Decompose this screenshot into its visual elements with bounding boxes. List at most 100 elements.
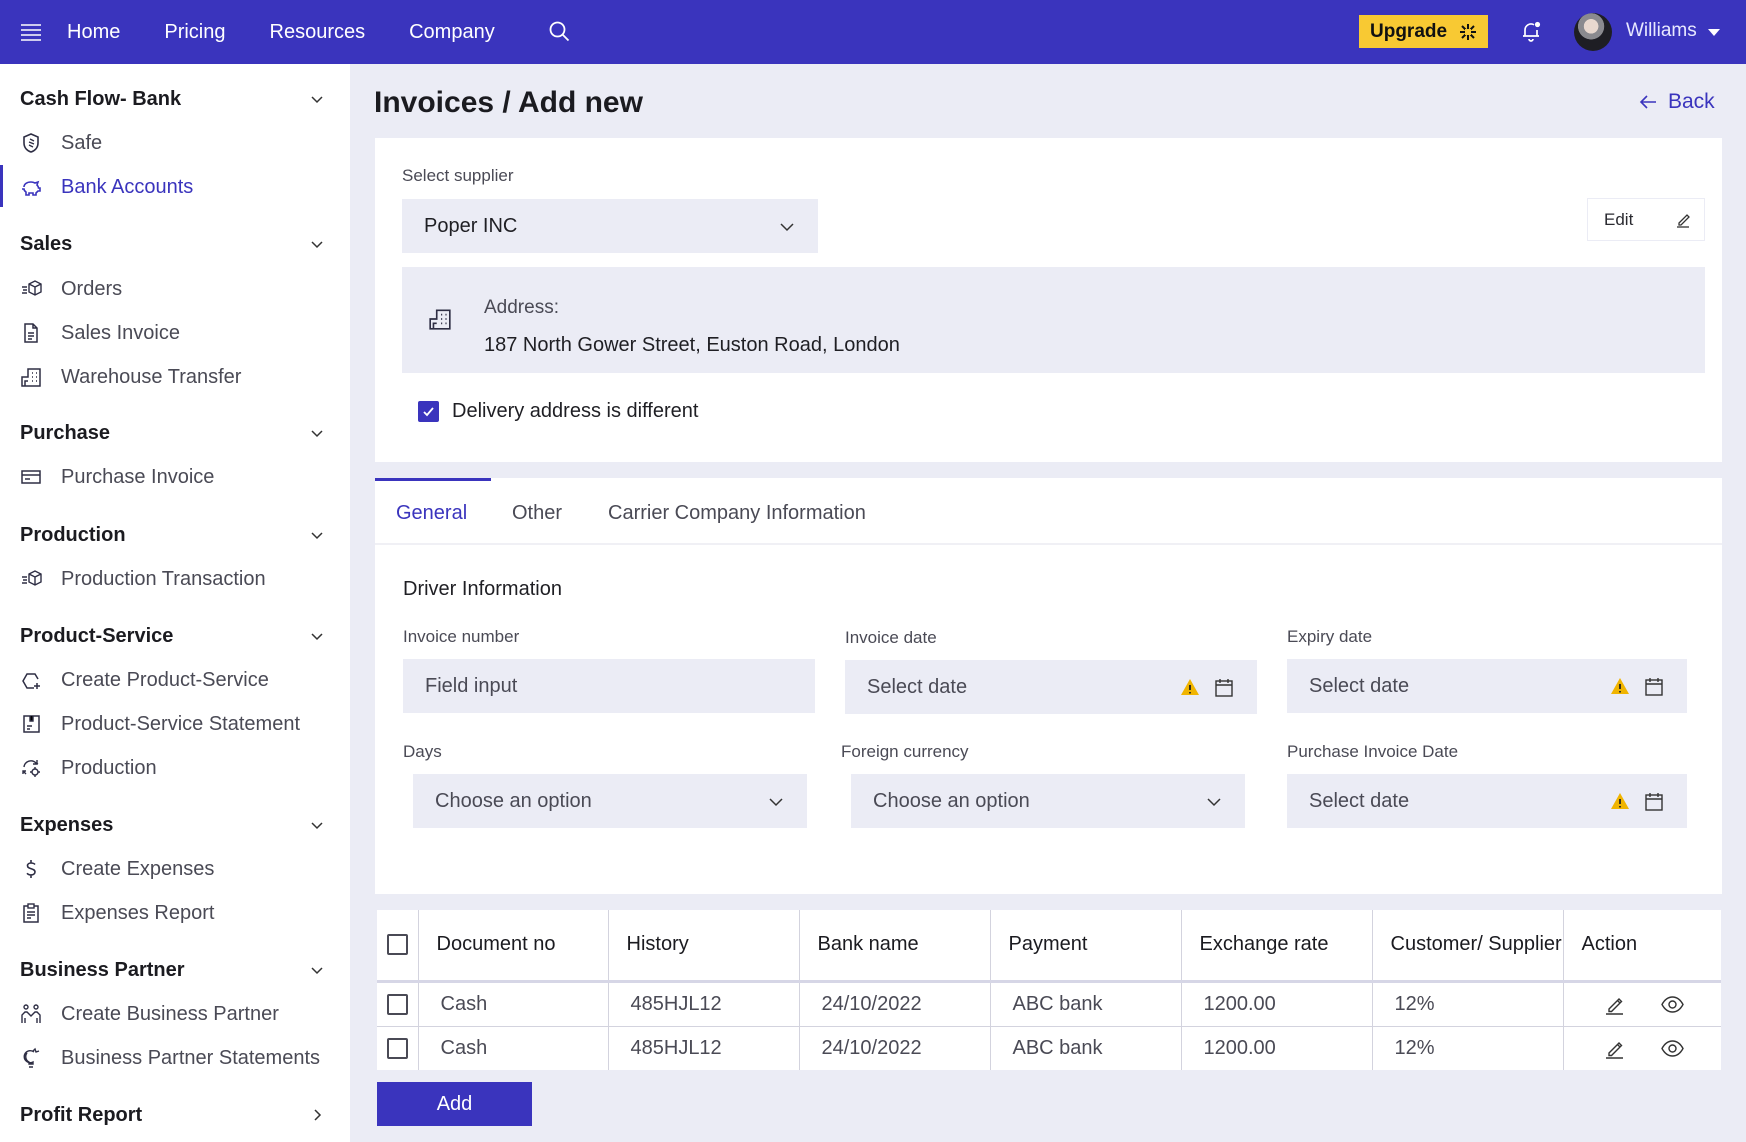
col-exchange-rate: Exchange rate	[1181, 910, 1373, 981]
sidebar-item-safe[interactable]: Safe	[20, 127, 340, 159]
sidebar-item-production-transaction[interactable]: Production Transaction	[20, 563, 340, 595]
sidebar-item-create-product-service[interactable]: Create Product-Service	[20, 664, 340, 696]
nav-resources[interactable]: Resources	[270, 21, 366, 44]
cell-history: 485HJL12	[608, 981, 800, 1026]
statement-icon	[23, 715, 40, 733]
address-box: Address: 187 North Gower Street, Euston …	[402, 267, 1705, 373]
cell-customer-supplier: 12%	[1372, 981, 1564, 1026]
view-eye-icon[interactable]	[1660, 1036, 1685, 1061]
building-icon	[21, 368, 41, 387]
sidebar-item-business-partner-statements[interactable]: Business Partner Statements	[20, 1042, 340, 1074]
col-document-no: Document no	[418, 910, 609, 981]
sidebar-item-orders[interactable]: Orders	[20, 273, 340, 305]
user-name[interactable]: Williams	[1626, 20, 1697, 42]
sidebar-section-product-service[interactable]: Product-Service	[20, 621, 325, 651]
chevron-down-icon	[311, 967, 323, 975]
edit-supplier-button[interactable]: Edit	[1587, 198, 1705, 241]
sidebar-item-label: Orders	[61, 277, 123, 300]
col-payment: Payment	[990, 910, 1182, 981]
sidebar-item-purchase-invoice[interactable]: Purchase Invoice	[20, 461, 340, 493]
cell-bank-name: 24/10/2022	[799, 981, 991, 1026]
sidebar-item-create-expenses[interactable]: Create Expenses	[20, 853, 340, 885]
search-icon[interactable]	[548, 20, 570, 42]
nav-home[interactable]: Home	[67, 21, 120, 44]
days-select[interactable]: Choose an option	[413, 774, 807, 828]
cell-payment: ABC bank	[990, 1026, 1182, 1070]
chevron-down-icon	[311, 430, 323, 438]
sidebar-item-label: Sales Invoice	[61, 321, 180, 344]
tab-general[interactable]: General	[396, 502, 467, 525]
notification-bell-icon[interactable]	[1519, 19, 1543, 43]
back-link[interactable]: Back	[1638, 90, 1715, 114]
tab-carrier-company-information[interactable]: Carrier Company Information	[608, 502, 866, 525]
delivery-address-checkbox[interactable]	[418, 401, 439, 422]
purchase-invoice-date-label: Purchase Invoice Date	[1287, 742, 1459, 761]
supplier-card: Select supplier Poper INC Edit Address: …	[375, 138, 1722, 462]
sidebar-item-production[interactable]: Production	[20, 752, 340, 784]
table-row: Cash 485HJL12 24/10/2022 ABC bank 1200.0…	[377, 1026, 1721, 1070]
purchase-invoice-date-placeholder: Select date	[1309, 789, 1410, 812]
invoice-number-label: Invoice number	[403, 627, 520, 646]
cell-action	[1563, 1026, 1721, 1070]
calendar-icon[interactable]	[1213, 676, 1235, 698]
hamburger-menu-icon[interactable]	[20, 21, 42, 43]
invoice-number-input[interactable]: Field input	[403, 659, 815, 713]
delivery-address-checkbox-row[interactable]: Delivery address is different	[405, 400, 698, 423]
supplier-select[interactable]: Poper INC	[402, 199, 818, 253]
sidebar-section-sales[interactable]: Sales	[20, 229, 325, 259]
sidebar: Cash Flow- Bank Safe Bank Accounts Sales…	[0, 64, 350, 1142]
view-eye-icon[interactable]	[1660, 992, 1685, 1017]
sidebar-item-expenses-report[interactable]: Expenses Report	[20, 897, 340, 929]
sidebar-section-profit-report[interactable]: Profit Report	[20, 1100, 325, 1130]
upgrade-button[interactable]: Upgrade	[1359, 15, 1488, 48]
table-row: Cash 485HJL12 24/10/2022 ABC bank 1200.0…	[377, 981, 1721, 1026]
details-card: General Other Carrier Company Informatio…	[375, 478, 1722, 894]
sidebar-item-product-service-statement[interactable]: Product-Service Statement	[20, 708, 340, 740]
section-title: Expenses	[20, 813, 114, 836]
tab-other[interactable]: Other	[512, 502, 562, 525]
sidebar-section-business-partner[interactable]: Business Partner	[20, 955, 325, 985]
col-action: Action	[1581, 933, 1638, 956]
nav-pricing[interactable]: Pricing	[164, 21, 225, 44]
sidebar-item-bank-accounts[interactable]: Bank Accounts	[20, 171, 340, 203]
chevron-right-icon	[314, 1109, 322, 1121]
cell-bank-name: 24/10/2022	[799, 1026, 991, 1070]
sidebar-section-purchase[interactable]: Purchase	[20, 418, 325, 448]
foreign-currency-select[interactable]: Choose an option	[851, 774, 1245, 828]
row-checkbox[interactable]	[387, 1037, 408, 1059]
edit-pencil-icon[interactable]	[1602, 992, 1627, 1017]
select-all-checkbox[interactable]	[387, 934, 408, 956]
sidebar-item-warehouse-transfer[interactable]: Warehouse Transfer	[20, 361, 340, 393]
chevron-down-icon	[311, 532, 323, 540]
fast-box-icon	[22, 280, 42, 296]
sidebar-item-create-business-partner[interactable]: Create Business Partner	[20, 998, 340, 1030]
sidebar-section-cash-flow-bank[interactable]: Cash Flow- Bank	[20, 84, 325, 114]
warning-icon	[1181, 679, 1199, 695]
user-avatar[interactable]	[1574, 13, 1612, 51]
calendar-icon[interactable]	[1643, 675, 1665, 697]
sidebar-section-expenses[interactable]: Expenses	[20, 810, 325, 840]
invoice-number-placeholder: Field input	[425, 674, 518, 697]
checkmark-icon	[423, 407, 434, 417]
calendar-icon[interactable]	[1643, 790, 1665, 812]
nav-company[interactable]: Company	[409, 21, 495, 44]
sidebar-section-production[interactable]: Production	[20, 520, 325, 550]
supplier-label: Select supplier	[402, 166, 514, 185]
invoice-date-picker[interactable]: Select date	[845, 660, 1257, 714]
foreign-currency-label: Foreign currency	[841, 742, 969, 761]
purchase-invoice-date-picker[interactable]: Select date	[1287, 774, 1687, 828]
chevron-down-icon	[311, 633, 323, 641]
user-menu-caret-icon[interactable]	[1708, 29, 1720, 36]
address-label: Address:	[484, 297, 559, 318]
document-icon	[24, 323, 38, 343]
expiry-date-picker[interactable]: Select date	[1287, 659, 1687, 713]
sidebar-item-sales-invoice[interactable]: Sales Invoice	[20, 317, 340, 349]
add-row-button[interactable]: Add	[377, 1082, 532, 1126]
invoice-date-label: Invoice date	[845, 628, 937, 647]
row-checkbox[interactable]	[387, 993, 408, 1015]
sidebar-item-label: Business Partner Statements	[61, 1046, 321, 1069]
sidebar-item-label: Expenses Report	[61, 901, 215, 924]
col-history: History	[608, 910, 800, 981]
address-value: 187 North Gower Street, Euston Road, Lon…	[484, 334, 900, 356]
edit-pencil-icon[interactable]	[1602, 1036, 1627, 1061]
